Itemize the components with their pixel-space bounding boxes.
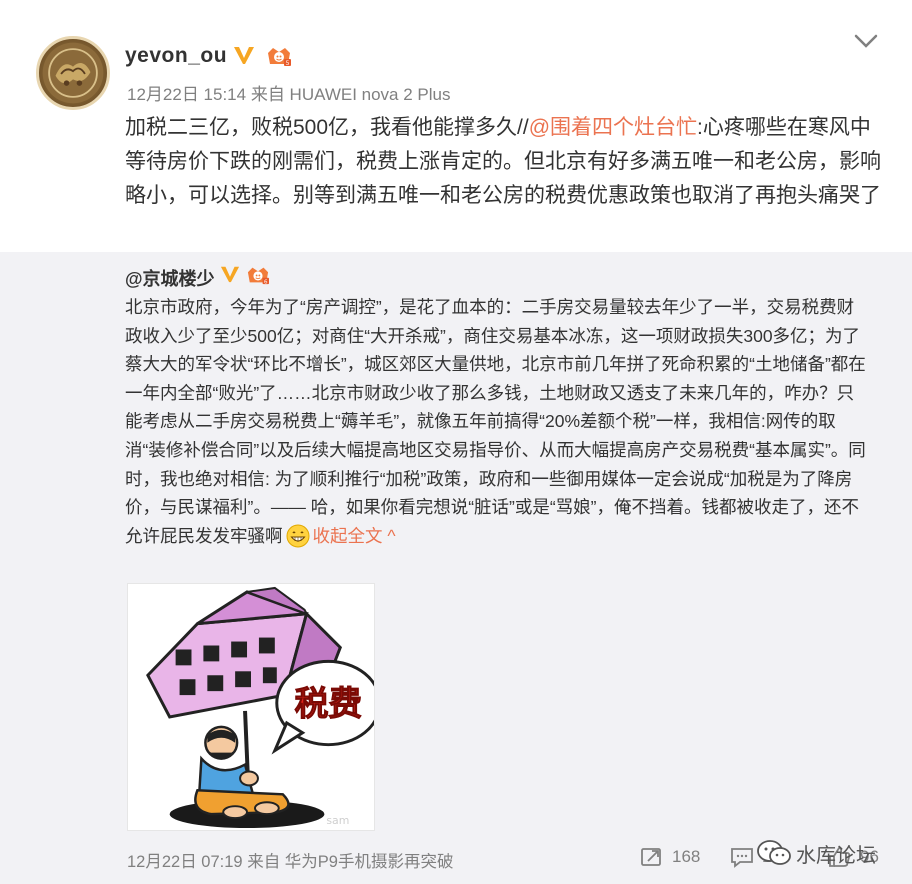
post-text-before: 加税二三亿，败税500亿，我看他能撑多久//: [125, 116, 529, 139]
image-watermark: sam: [326, 814, 349, 827]
post-username[interactable]: yevon_ou: [125, 44, 227, 68]
svg-text:6: 6: [264, 279, 268, 285]
post-source: 来自 HUAWEI nova 2 Plus: [250, 85, 451, 104]
verified-badge-icon: [220, 266, 240, 283]
svg-text:5: 5: [286, 60, 290, 67]
watermark-text: 水库论坛: [796, 844, 876, 867]
post-timestamp[interactable]: 12月22日 15:14: [127, 85, 246, 104]
avatar[interactable]: [36, 36, 110, 110]
weibo-post: yevon_ou 5 12月22日 15:14 来自 HUAWEI nova 2…: [0, 0, 912, 884]
share-count: 168: [672, 847, 701, 866]
share-icon: [641, 848, 661, 866]
wechat-icon: [757, 840, 791, 865]
repost-meta: 12月22日 07:19 来自 华为P9手机摄影再突破: [127, 848, 453, 872]
verified-badge-icon: [234, 47, 254, 64]
comment-icon: [731, 848, 753, 868]
wechat-watermark: 水库论坛: [756, 833, 876, 873]
repost-body: 北京市政府，今年为了“房产调控”，是花了血本的：二手房交易量较去年少了一半，交易…: [125, 297, 866, 546]
post-text: 加税二三亿，败税500亿，我看他能撑多久//@围着四个灶台忙:心疼哪些在寒风中等…: [125, 111, 885, 213]
vip-crown-icon[interactable]: 5: [265, 44, 293, 68]
repost-card: @京城楼少 6 北京市政府，今年为了“房产调控”，是花了血本的：二手房交易量较去…: [0, 252, 912, 884]
share-button[interactable]: 168: [640, 844, 700, 870]
collapse-full-text-link[interactable]: 收起全文 ^: [313, 526, 396, 546]
repost-username[interactable]: @京城楼少: [125, 265, 215, 291]
post-meta: 12月22日 15:14 来自 HUAWEI nova 2 Plus: [127, 80, 450, 105]
repost-source: 来自 华为P9手机摄影再突破: [247, 853, 454, 871]
tax-fee-image-label: 税费: [295, 684, 362, 723]
chevron-down-icon[interactable]: [853, 32, 879, 50]
mention-link[interactable]: @围着四个灶台忙: [529, 116, 697, 139]
repost-timestamp[interactable]: 12月22日 07:19: [127, 853, 243, 871]
repost-image[interactable]: 税费 sam: [127, 583, 375, 831]
grin-emoji-icon: [286, 524, 309, 548]
vip-crown-icon[interactable]: 6: [245, 264, 271, 286]
repost-text: 北京市政府，今年为了“房产调控”，是花了血本的：二手房交易量较去年少了一半，交易…: [125, 293, 870, 550]
